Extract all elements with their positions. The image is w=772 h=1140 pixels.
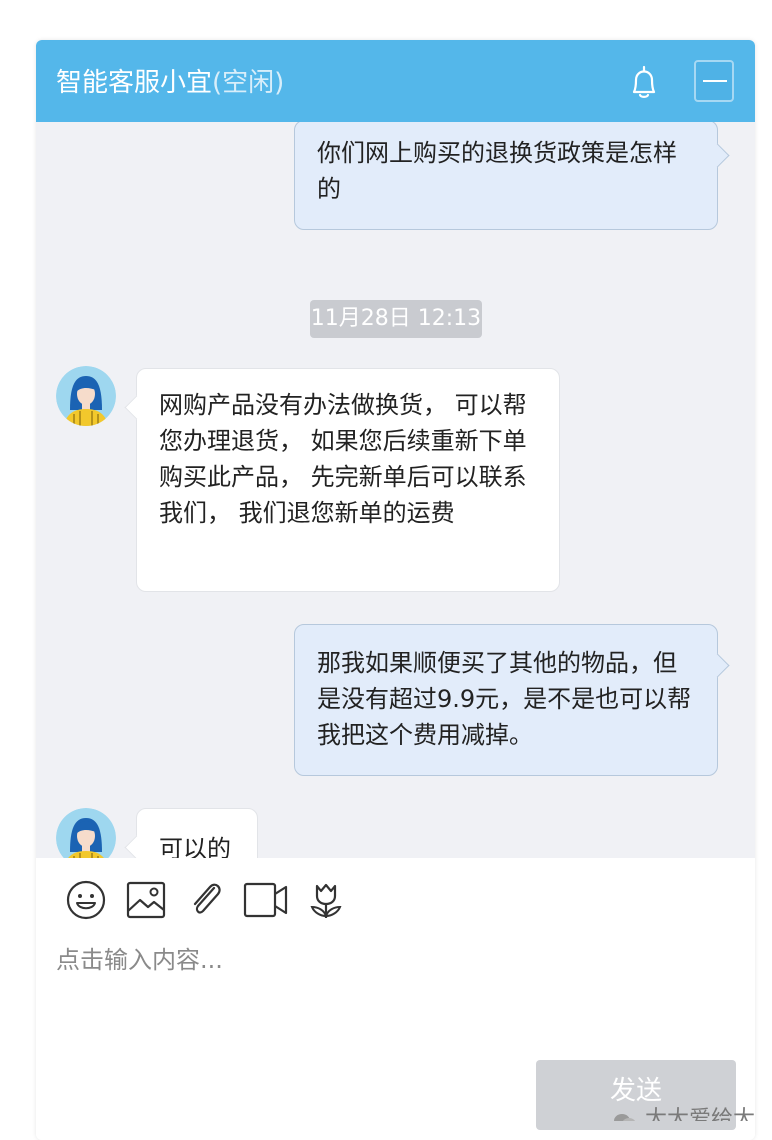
message-text: 你们网上购买的退换货政策是怎样的 <box>317 139 677 203</box>
message-input[interactable]: 点击输入内容... <box>56 940 716 1060</box>
message-list[interactable]: 你们网上购买的退换货政策是怎样的 11月28日 12:13 网购产品没有办法做换… <box>36 122 755 858</box>
message-bubble-user: 你们网上购买的退换货政策是怎样的 <box>294 122 730 230</box>
bubble-tail <box>705 653 730 678</box>
message-text: 可以的 <box>159 835 231 858</box>
bubble-tail <box>124 395 149 420</box>
bubble-tail <box>124 835 149 858</box>
minimize-icon <box>703 80 727 82</box>
message-bubble-agent: 可以的 <box>124 808 258 858</box>
bell-icon[interactable] <box>624 62 664 102</box>
flower-icon[interactable] <box>304 878 348 922</box>
message-text: 那我如果顺便买了其他的物品，但是没有超过9.9元，是不是也可以帮我把这个费用减掉… <box>317 649 692 749</box>
agent-status: (空闲) <box>212 68 285 98</box>
message-bubble-agent: 网购产品没有办法做换货， 可以帮您办理退货， 如果您后续重新下单购买此产品， 先… <box>124 368 560 592</box>
video-icon[interactable] <box>242 878 288 922</box>
image-icon[interactable] <box>124 878 168 922</box>
watermark: 大大爱给大 <box>612 1100 772 1121</box>
avatar[interactable] <box>56 366 116 426</box>
attachment-icon[interactable] <box>184 878 228 922</box>
window-title: 智能客服小宜(空闲) <box>56 62 284 99</box>
message-bubble-user: 那我如果顺便买了其他的物品，但是没有超过9.9元，是不是也可以帮我把这个费用减掉… <box>294 624 730 776</box>
title-bar: 智能客服小宜(空闲) <box>36 40 755 122</box>
wechat-icon <box>614 1114 636 1121</box>
emoji-icon[interactable] <box>64 878 108 922</box>
minimize-button[interactable] <box>694 60 734 102</box>
timestamp: 11月28日 12:13 <box>310 300 482 338</box>
watermark-text: 大大爱给大 <box>645 1107 756 1121</box>
composer: 点击输入内容... 发送 <box>36 858 755 1140</box>
bubble-tail <box>705 143 730 168</box>
chat-window: 智能客服小宜(空闲) 你们网上购买的退换货政策是怎样的 11月28日 12:13 <box>36 40 755 1140</box>
avatar[interactable] <box>56 808 116 858</box>
agent-name: 智能客服小宜 <box>56 68 213 98</box>
message-text: 网购产品没有办法做换货， 可以帮您办理退货， 如果您后续重新下单购买此产品， 先… <box>159 391 527 527</box>
